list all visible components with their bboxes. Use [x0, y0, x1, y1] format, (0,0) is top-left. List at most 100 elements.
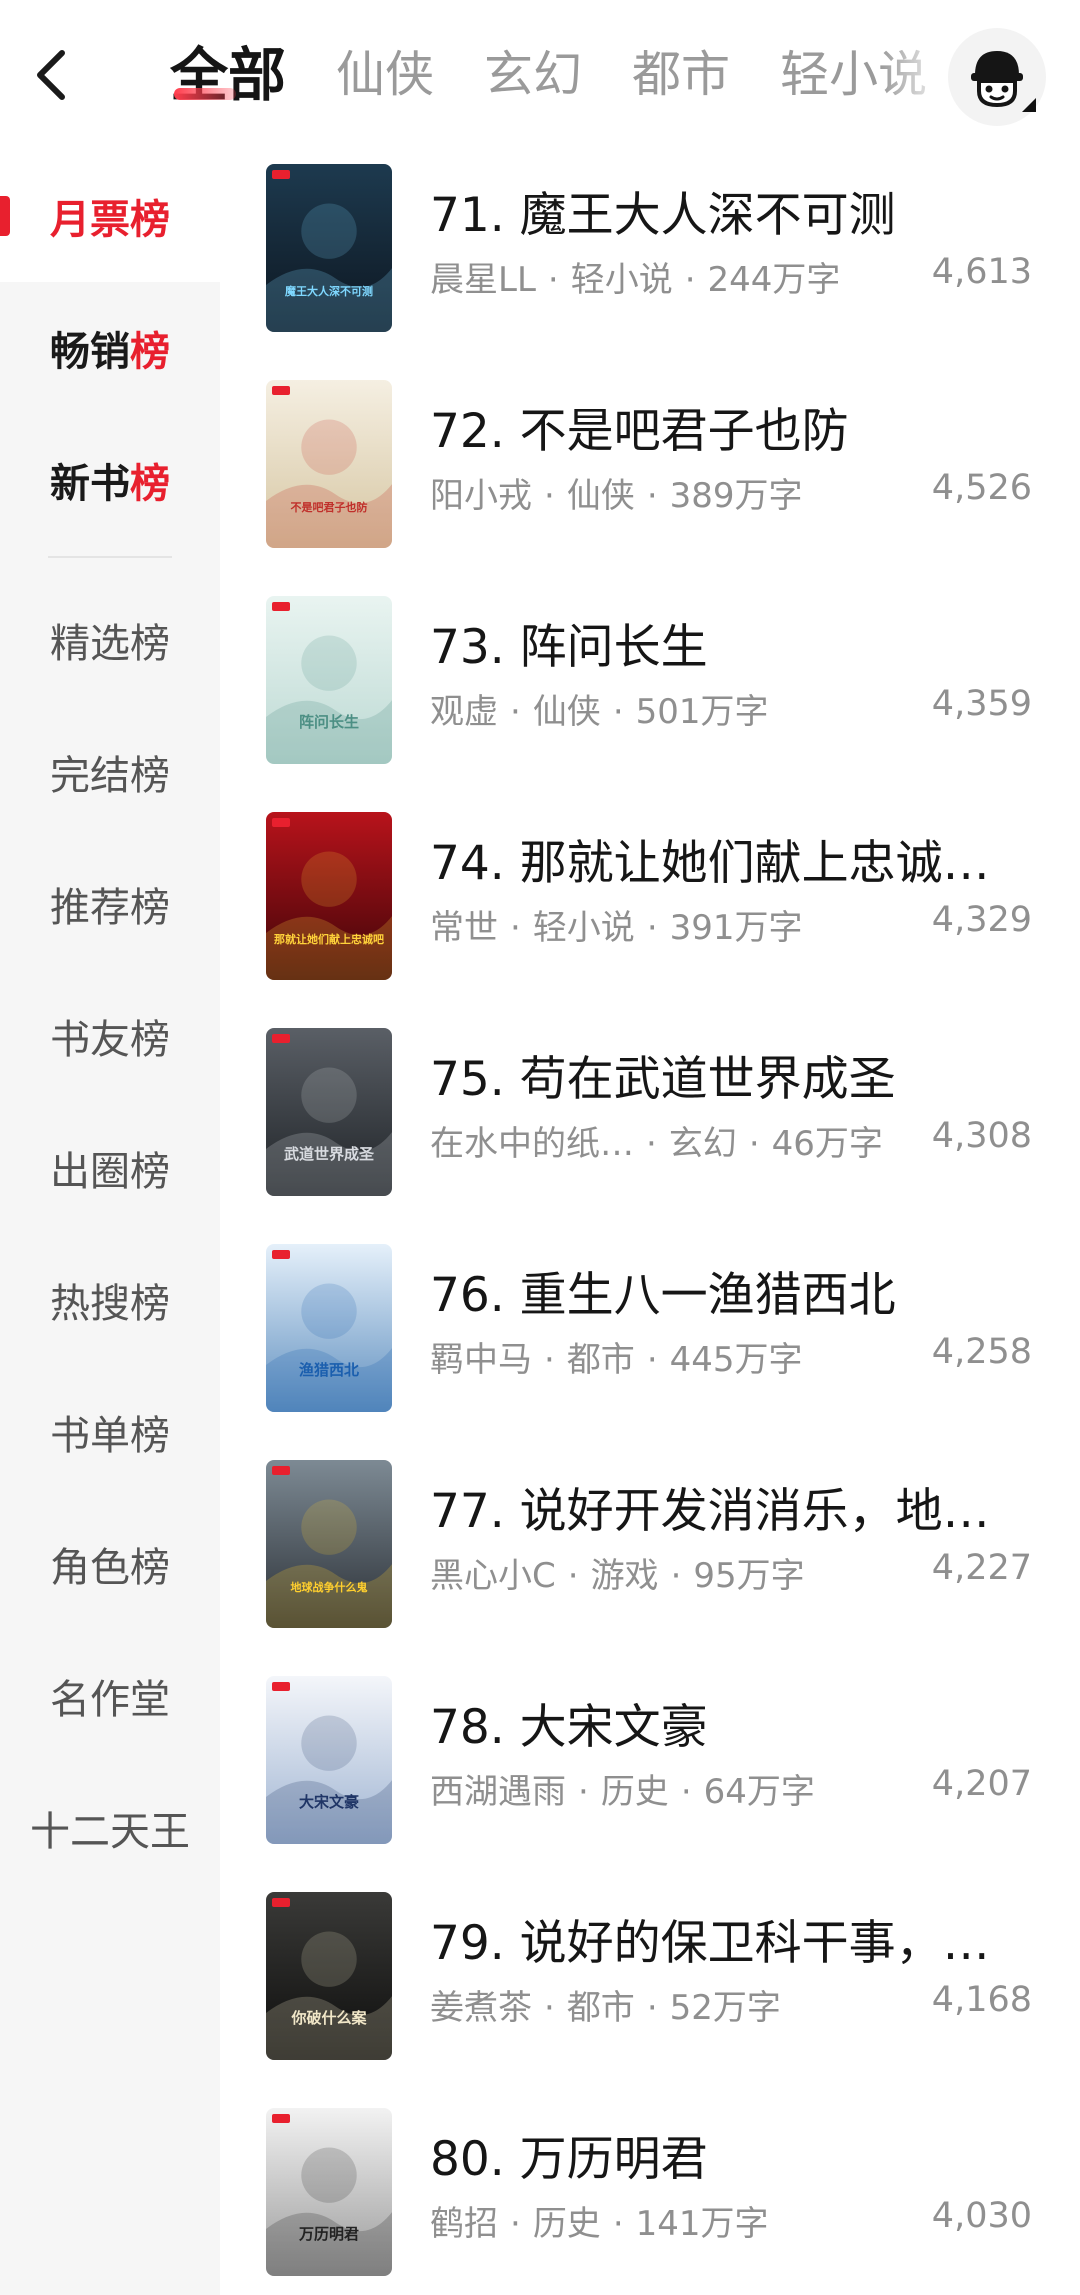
tabs-fade-overlay	[880, 30, 950, 120]
book-cover[interactable]: 武道世界成圣	[266, 1028, 392, 1196]
sidebar-item-label-accent: 榜	[130, 329, 170, 375]
sidebar-item-label: 推荐榜	[50, 885, 170, 931]
sidebar-item-twelve-kings[interactable]: 十二天王	[0, 1762, 220, 1894]
book-author: 晨星LL	[430, 260, 536, 300]
list-item[interactable]: 那就让她们献上忠诚吧 74. 那就让她们献上忠诚… 常世 · 轻小说 · 391万字 4…	[220, 798, 1080, 1014]
book-cover[interactable]: 魔王大人深不可测	[266, 164, 392, 332]
list-item[interactable]: 万历明君 80. 万历明君 鹤招 · 历史 · 141万字 4,030	[220, 2094, 1080, 2295]
book-genre: 历史	[532, 2204, 601, 2244]
book-title: 72. 不是吧君子也防	[430, 404, 849, 459]
sidebar-item-label-accent: 榜	[130, 461, 170, 507]
list-item[interactable]: 魔王大人深不可测 71. 魔王大人深不可测 晨星LL · 轻小说 · 244万字 4,6…	[220, 150, 1080, 366]
book-ranking-list: 魔王大人深不可测 71. 魔王大人深不可测 晨星LL · 轻小说 · 244万字 4,6…	[220, 150, 1080, 2295]
sidebar-item-hall-of-fame[interactable]: 名作堂	[0, 1630, 220, 1762]
book-cover[interactable]: 万历明君	[266, 2108, 392, 2276]
book-meta: 鹤招 · 历史 · 141万字	[430, 2204, 769, 2244]
avatar-button[interactable]	[948, 28, 1046, 126]
sidebar-item-label: 新书	[50, 461, 130, 507]
book-cover[interactable]: 渔猎西北	[266, 1244, 392, 1412]
list-item[interactable]: 你破什么案 79. 说好的保卫科干事，… 姜煮茶 · 都市 · 52万字 4,168	[220, 1878, 1080, 2094]
book-cover-art: 阵问长生	[266, 596, 392, 764]
book-word-count: 52万字	[669, 1988, 781, 2028]
sidebar-item-label: 十二天王	[30, 1809, 190, 1855]
book-meta: 羁中马 · 都市 · 445万字	[430, 1340, 803, 1380]
book-author: 姜煮茶	[430, 1988, 532, 2028]
book-author: 观虚	[430, 692, 498, 732]
sidebar-item-completed[interactable]: 完结榜	[0, 706, 220, 838]
sidebar-item-new-books[interactable]: 新书榜	[0, 414, 220, 546]
book-cover-title: 阵问长生	[299, 713, 359, 731]
tab-xianxia[interactable]: 仙侠	[336, 30, 434, 120]
list-item[interactable]: 大宋文豪 78. 大宋文豪 西湖遇雨 · 历史 · 64万字 4,207	[220, 1662, 1080, 1878]
list-item[interactable]: 武道世界成圣 75. 苟在武道世界成圣 在水中的纸… · 玄幻 · 46万字 4,308	[220, 1014, 1080, 1230]
sidebar-item-monthly-ticket[interactable]: 月票榜	[0, 150, 220, 282]
book-cover-art: 渔猎西北	[266, 1244, 392, 1412]
sidebar-divider	[48, 556, 172, 558]
sidebar-item-label: 热搜榜	[50, 1281, 170, 1327]
book-cover-art: 地球战争什么鬼	[266, 1460, 392, 1628]
tab-xuanhuan[interactable]: 玄幻	[484, 30, 582, 120]
book-genre: 历史	[600, 1772, 669, 1812]
book-cover[interactable]: 阵问长生	[266, 596, 392, 764]
avatar-badge	[1022, 98, 1036, 112]
top-nav-bar: 全部 仙侠 玄幻 都市 轻小说	[0, 0, 1080, 150]
book-word-count: 391万字	[669, 908, 803, 948]
sidebar-item-reader-friends[interactable]: 书友榜	[0, 970, 220, 1102]
book-cover[interactable]: 地球战争什么鬼	[266, 1460, 392, 1628]
book-word-count: 244万字	[707, 260, 841, 300]
sidebar-item-booklist[interactable]: 书单榜	[0, 1366, 220, 1498]
back-button[interactable]	[20, 35, 80, 115]
sidebar-item-label: 书单榜	[50, 1413, 170, 1459]
book-cover[interactable]: 不是吧君子也防	[266, 380, 392, 548]
ticket-count: 4,526	[931, 468, 1032, 508]
ticket-count: 4,227	[931, 1548, 1032, 1588]
sidebar-item-characters[interactable]: 角色榜	[0, 1498, 220, 1630]
list-item[interactable]: 不是吧君子也防 72. 不是吧君子也防 阳小戎 · 仙侠 · 389万字 4,526	[220, 366, 1080, 582]
sidebar-item-label: 名作堂	[50, 1677, 170, 1723]
list-item[interactable]: 阵问长生 73. 阵问长生 观虚 · 仙侠 · 501万字 4,359	[220, 582, 1080, 798]
book-author: 西湖遇雨	[430, 1772, 566, 1812]
tab-dushi[interactable]: 都市	[632, 30, 730, 120]
book-title: 71. 魔王大人深不可测	[430, 188, 896, 243]
sidebar-item-label: 精选榜	[50, 621, 170, 667]
sidebar-item-recommended[interactable]: 推荐榜	[0, 838, 220, 970]
book-cover-art: 万历明君	[266, 2108, 392, 2276]
book-title: 75. 苟在武道世界成圣	[430, 1052, 896, 1107]
book-cover[interactable]: 大宋文豪	[266, 1676, 392, 1844]
ranking-sidebar: 月票榜 畅销榜 新书榜 精选榜 完结榜 推荐榜 书友榜 出圈榜 热搜榜 书单榜 …	[0, 150, 220, 2295]
book-title: 79. 说好的保卫科干事，…	[430, 1916, 990, 1971]
book-meta: 黑心小C · 游戏 · 95万字	[430, 1556, 805, 1596]
book-cover-title: 魔王大人深不可测	[285, 284, 373, 298]
book-author: 常世	[430, 908, 498, 948]
sidebar-item-featured[interactable]: 精选榜	[0, 574, 220, 706]
sidebar-item-hot-search[interactable]: 热搜榜	[0, 1234, 220, 1366]
book-cover-title: 渔猎西北	[299, 1361, 359, 1379]
book-word-count: 46万字	[771, 1124, 883, 1164]
book-word-count: 501万字	[635, 692, 769, 732]
book-word-count: 64万字	[703, 1772, 815, 1812]
book-cover-art: 大宋文豪	[266, 1676, 392, 1844]
book-cover-art: 武道世界成圣	[266, 1028, 392, 1196]
book-genre: 玄幻	[668, 1124, 737, 1164]
book-cover[interactable]: 那就让她们献上忠诚吧	[266, 812, 392, 980]
list-item[interactable]: 渔猎西北 76. 重生八一渔猎西北 羁中马 · 都市 · 445万字 4,258	[220, 1230, 1080, 1446]
book-genre: 仙侠	[566, 476, 635, 516]
ticket-count: 4,359	[931, 684, 1032, 724]
book-title: 74. 那就让她们献上忠诚…	[430, 836, 990, 891]
book-cover-title: 武道世界成圣	[284, 1145, 375, 1163]
sidebar-item-label: 完结榜	[50, 753, 170, 799]
book-title: 73. 阵问长生	[430, 620, 708, 675]
book-meta: 常世 · 轻小说 · 391万字	[430, 908, 803, 948]
tab-all[interactable]: 全部	[170, 30, 286, 120]
book-cover[interactable]: 你破什么案	[266, 1892, 392, 2060]
sidebar-item-bestseller[interactable]: 畅销榜	[0, 282, 220, 414]
ticket-count: 4,613	[931, 252, 1032, 292]
book-word-count: 141万字	[635, 2204, 769, 2244]
sidebar-item-breakout[interactable]: 出圈榜	[0, 1102, 220, 1234]
book-cover-art: 不是吧君子也防	[266, 380, 392, 548]
list-item[interactable]: 地球战争什么鬼 77. 说好开发消消乐，地… 黑心小C · 游戏 · 95万字 4,22…	[220, 1446, 1080, 1662]
sidebar-item-label: 月票榜	[50, 197, 170, 243]
book-title: 78. 大宋文豪	[430, 1700, 708, 1755]
ticket-count: 4,258	[931, 1332, 1032, 1372]
book-title: 77. 说好开发消消乐，地…	[430, 1484, 990, 1539]
